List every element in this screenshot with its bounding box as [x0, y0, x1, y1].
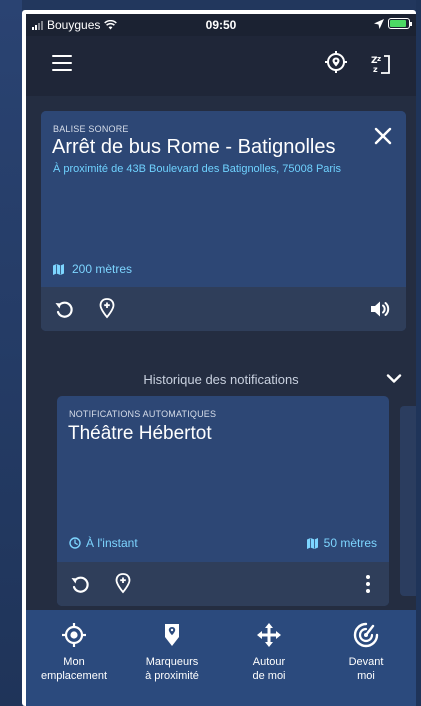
- notification-actions: [57, 562, 389, 606]
- nav-label: Mon emplacement: [40, 656, 108, 682]
- battery-icon: [388, 18, 412, 29]
- nav-around-me[interactable]: Autour de moi: [222, 610, 316, 706]
- nav-label: Marqueurs à proximité: [145, 656, 199, 682]
- notification-title: Théâtre Hébertot: [68, 423, 212, 444]
- next-notification-card-peek[interactable]: [400, 406, 416, 596]
- map-icon: [306, 537, 318, 549]
- nav-my-location[interactable]: Mon emplacement: [26, 610, 122, 706]
- phone-screen: Bouygues 09:50 Z z z BALISE SONORE Arrêt…: [26, 14, 416, 706]
- close-icon[interactable]: [373, 126, 393, 146]
- replay-icon[interactable]: [53, 298, 75, 320]
- clock-icon: [69, 537, 81, 549]
- beacon-title: Arrêt de bus Rome - Batignolles: [52, 136, 336, 158]
- add-marker-icon[interactable]: [112, 572, 134, 594]
- notification-time: À l'instant: [69, 536, 138, 550]
- sleep-icon[interactable]: Z z z: [370, 52, 394, 76]
- arrows-icon: [257, 623, 281, 647]
- nav-ahead-of-me[interactable]: Devant moi: [316, 610, 416, 706]
- desktop-background-right: [416, 0, 421, 706]
- notification-label: NOTIFICATIONS AUTOMATIQUES: [69, 409, 217, 419]
- nav-label: Devant moi: [348, 656, 384, 682]
- nav-nearby-markers[interactable]: Marqueurs à proximité: [122, 610, 222, 706]
- marker-icon: [165, 624, 179, 646]
- ahead-icon: [353, 622, 379, 648]
- svg-text:z: z: [377, 55, 381, 63]
- top-bar: Z z z: [26, 36, 416, 96]
- replay-icon[interactable]: [69, 573, 91, 595]
- locate-icon[interactable]: [324, 50, 348, 74]
- status-bar: Bouygues 09:50: [26, 14, 416, 36]
- history-header[interactable]: Historique des notifications: [26, 369, 416, 389]
- beacon-label: BALISE SONORE: [53, 124, 129, 134]
- bottom-navigation: Mon emplacement Marqueurs à proximité Au…: [26, 610, 416, 706]
- history-title: Historique des notifications: [143, 372, 299, 387]
- chevron-down-icon[interactable]: [386, 373, 402, 385]
- location-arrow-icon: [374, 18, 384, 29]
- desktop-background-left: [0, 0, 22, 706]
- notification-distance: 50 mètres: [306, 536, 377, 550]
- status-time: 09:50: [205, 18, 237, 32]
- notification-card[interactable]: NOTIFICATIONS AUTOMATIQUES Théâtre Héber…: [57, 396, 389, 606]
- speaker-icon[interactable]: [369, 298, 391, 320]
- beacon-actions: [41, 287, 406, 331]
- more-vertical-icon[interactable]: [357, 573, 379, 595]
- beacon-distance: 200 mètres: [53, 262, 132, 276]
- beacon-address: À proximité de 43B Boulevard des Batigno…: [53, 163, 342, 175]
- locate-icon: [62, 623, 86, 647]
- add-marker-icon[interactable]: [96, 297, 118, 319]
- svg-text:z: z: [373, 65, 378, 74]
- menu-icon[interactable]: [52, 55, 72, 71]
- nav-label: Autour de moi: [252, 656, 286, 682]
- beacon-card: BALISE SONORE Arrêt de bus Rome - Batign…: [41, 111, 406, 331]
- map-icon: [53, 263, 64, 275]
